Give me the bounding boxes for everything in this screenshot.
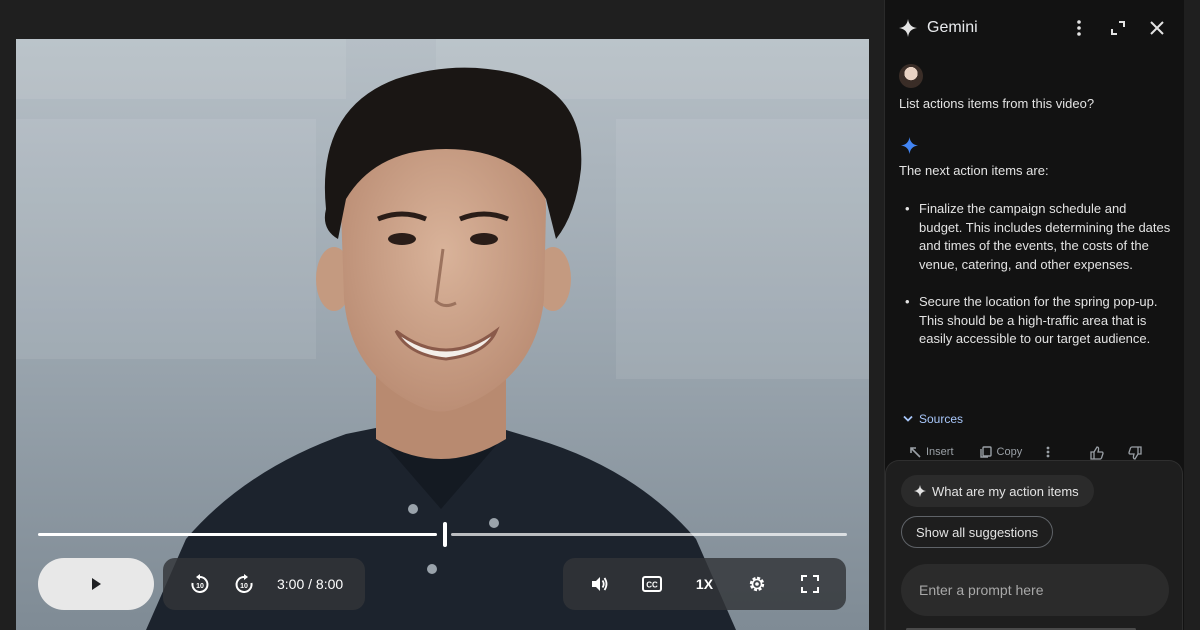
- gear-icon: [749, 576, 765, 592]
- copy-button[interactable]: Copy: [979, 446, 1023, 458]
- fullscreen-icon: [800, 575, 819, 593]
- settings-button[interactable]: [742, 569, 772, 599]
- seek-bar-played: [38, 533, 437, 536]
- response-more-button[interactable]: [1046, 446, 1050, 458]
- prompt-area: What are my action items Show all sugges…: [885, 460, 1183, 630]
- more-vert-icon: [1077, 20, 1081, 36]
- list-item: Secure the location for the spring pop-u…: [905, 293, 1171, 349]
- playback-controls: 10 10 3:00 / 8:00: [163, 558, 365, 610]
- thumbs-up-icon: [1090, 446, 1104, 460]
- closed-captions-icon: CC: [641, 576, 662, 592]
- gemini-side-panel: Gemini List actions items from this vide…: [884, 0, 1184, 630]
- more-options-button[interactable]: [1065, 14, 1093, 42]
- response-intro: The next action items are:: [899, 163, 1049, 178]
- disclaimer-text-cutoff: [906, 626, 1166, 630]
- seek-handle[interactable]: [443, 522, 447, 547]
- list-item: Finalize the campaign schedule and budge…: [905, 200, 1171, 275]
- panel-header: Gemini: [885, 0, 1185, 56]
- gemini-response-sparkle-icon: [901, 137, 918, 154]
- close-icon: [1150, 21, 1164, 35]
- gemini-sparkle-icon: [914, 485, 926, 497]
- video-player[interactable]: 10 10 3:00 / 8:00 CC 1X: [16, 39, 869, 630]
- volume-button[interactable]: [584, 569, 614, 599]
- insert-icon: [910, 447, 921, 458]
- play-button[interactable]: [38, 558, 154, 610]
- more-vert-icon: [1046, 446, 1050, 458]
- forward-10-label: 10: [240, 583, 248, 590]
- suggestion-chip[interactable]: What are my action items: [901, 475, 1094, 507]
- thumbs-down-icon: [1128, 446, 1142, 460]
- play-icon: [92, 578, 101, 590]
- gemini-sparkle-icon: [899, 19, 917, 37]
- sources-label: Sources: [919, 412, 964, 426]
- speed-button[interactable]: 1X: [689, 569, 719, 599]
- fullscreen-button[interactable]: [795, 569, 825, 599]
- volume-icon: [592, 577, 608, 591]
- expand-icon: [1111, 21, 1125, 35]
- forward-10-button[interactable]: 10: [229, 569, 259, 599]
- insert-button[interactable]: Insert: [909, 446, 954, 458]
- captions-button[interactable]: CC: [637, 569, 667, 599]
- rewind-10-button[interactable]: 10: [185, 569, 215, 599]
- user-message: List actions items from this video?: [899, 96, 1095, 111]
- avatar: [899, 64, 923, 88]
- svg-text:CC: CC: [646, 581, 658, 590]
- panel-title: Gemini: [927, 19, 978, 36]
- action-items-list: Finalize the campaign schedule and budge…: [905, 200, 1171, 367]
- rewind-10-label: 10: [196, 583, 204, 590]
- rewind-10-icon: 10: [191, 574, 209, 593]
- show-all-suggestions-button[interactable]: Show all suggestions: [901, 516, 1054, 548]
- thumbs-up-button[interactable]: [1090, 446, 1104, 460]
- expand-button[interactable]: [1104, 14, 1132, 42]
- copy-label: Copy: [996, 446, 1023, 458]
- player-options: CC 1X: [563, 558, 846, 610]
- close-button[interactable]: [1143, 14, 1171, 42]
- copy-icon: [979, 446, 992, 458]
- forward-10-icon: 10: [235, 574, 253, 593]
- show-all-suggestions-label: Show all suggestions: [916, 524, 1039, 540]
- prompt-input[interactable]: [901, 564, 1169, 616]
- thumbs-down-button[interactable]: [1128, 446, 1142, 460]
- app-window: 10 10 3:00 / 8:00 CC 1X Gemini List acti…: [0, 0, 1200, 630]
- seek-bar-remaining: [451, 533, 847, 536]
- suggestion-chip-label: What are my action items: [932, 483, 1079, 499]
- insert-label: Insert: [926, 446, 954, 458]
- chevron-down-icon: [903, 415, 913, 422]
- sources-toggle[interactable]: Sources: [903, 412, 963, 426]
- time-display: 3:00 / 8:00: [277, 576, 344, 592]
- seek-bar[interactable]: [38, 522, 847, 547]
- speed-label: 1X: [695, 576, 714, 592]
- response-actions: Insert Copy: [909, 446, 1179, 460]
